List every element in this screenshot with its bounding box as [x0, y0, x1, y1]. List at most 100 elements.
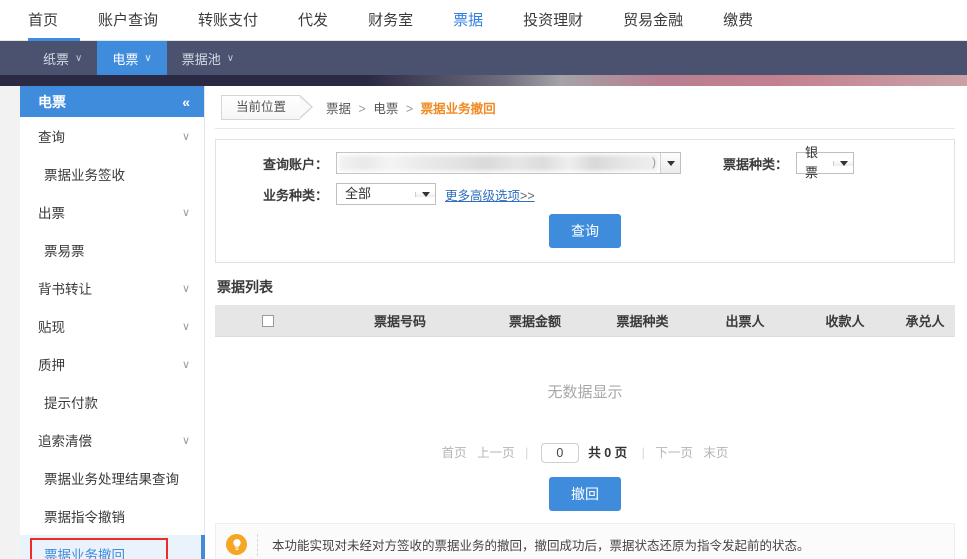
- sidebar-item-issue[interactable]: 出票 ∨: [20, 193, 204, 231]
- chevron-down-icon: ∨: [181, 282, 190, 295]
- topnav-item-home[interactable]: 首页: [28, 0, 58, 41]
- pagination-first[interactable]: 首页: [442, 446, 467, 460]
- sidebar-item-label: 票据业务处理结果查询: [44, 472, 179, 487]
- query-biz-kind-row: 业务种类： 全部 更多高级选项>>: [216, 183, 954, 205]
- subnav-item-bill-pool[interactable]: 票据池 ∨: [167, 41, 249, 75]
- pagination-page-input[interactable]: [540, 443, 579, 464]
- query-account-row: 查询账户： ) 票据种类： 银票: [216, 145, 954, 180]
- pagination-next[interactable]: 下一页: [655, 446, 693, 460]
- query-account-input[interactable]: ): [336, 152, 681, 174]
- lightbulb-icon: [226, 534, 247, 556]
- bill-kind-label: 票据种类：: [722, 156, 788, 172]
- topnav-item-bills[interactable]: 票据: [453, 0, 484, 50]
- topnav-item-payment[interactable]: 缴费: [723, 0, 753, 41]
- table-header-drawer: 出票人: [695, 305, 795, 337]
- sidebar-item-query[interactable]: 查询 ∨: [20, 117, 204, 155]
- chevron-down-icon: ∨: [181, 320, 190, 333]
- sidebar-menu: 查询 ∨ 票据业务签收 出票 ∨ 票易票 背书转让 ∨ 贴现 ∨ 质押 ∨ 提示…: [20, 117, 205, 559]
- topnav-item-finance-room[interactable]: 财务室: [368, 0, 413, 41]
- sidebar-item-piaoyipiao[interactable]: 票易票: [20, 231, 204, 269]
- pagination-prev[interactable]: 上一页: [477, 446, 515, 460]
- pagination-divider: |: [641, 445, 645, 460]
- topnav-item-transfer-pay[interactable]: 转账支付: [198, 0, 258, 41]
- sidebar-item-label: 质押: [38, 358, 65, 373]
- caret-down-icon: [666, 160, 675, 166]
- sidebar-item-pledge[interactable]: 质押 ∨: [20, 345, 204, 383]
- breadcrumb-link-bills[interactable]: 票据: [326, 102, 351, 116]
- topnav-item-agent-issue[interactable]: 代发: [298, 0, 328, 41]
- query-button-row: 查询: [216, 214, 954, 248]
- sidebar-item-endorsement[interactable]: 背书转让 ∨: [20, 269, 204, 307]
- subnav-item-paper-bill[interactable]: 纸票 ∨: [28, 41, 97, 75]
- info-tip-bar: 本功能实现对未经对方签收的票据业务的撤回，撤回成功后，票据状态还原为指令发起前的…: [215, 523, 955, 559]
- account-suffix-text: ): [652, 155, 656, 169]
- breadcrumb-path: 票据 > 电票 > 票据业务撤回: [326, 98, 496, 117]
- bill-kind-value: 银票: [805, 145, 819, 180]
- advanced-options-arrows: >>: [520, 188, 535, 203]
- sidebar-item-payment-prompt[interactable]: 提示付款: [20, 383, 204, 421]
- sidebar: 电票 « 查询 ∨ 票据业务签收 出票 ∨ 票易票 背书转让 ∨ 贴现 ∨ 质押…: [20, 86, 205, 559]
- subnav-label: 电票: [112, 51, 139, 67]
- bill-list-table: 票据号码 票据金额 票据种类 出票人 收款人 承兑人: [215, 305, 955, 337]
- sidebar-item-instruction-cancel[interactable]: 票据指令撤销: [20, 497, 204, 535]
- sidebar-item-result-query[interactable]: 票据业务处理结果查询: [20, 459, 204, 497]
- sidebar-item-bill-business-sign[interactable]: 票据业务签收: [20, 155, 204, 193]
- select-all-checkbox[interactable]: [261, 315, 274, 328]
- sidebar-item-discount[interactable]: 贴现 ∨: [20, 307, 204, 345]
- sub-navigation-bar: 纸票 ∨ 电票 ∨ 票据池 ∨: [0, 41, 967, 75]
- withdraw-button[interactable]: 撤回: [549, 477, 621, 512]
- topnav-label: 账户查询: [98, 11, 159, 29]
- sidebar-item-recourse[interactable]: 追索清偿 ∨: [20, 421, 204, 459]
- subnav-label: 票据池: [181, 51, 221, 67]
- chevron-down-icon: ∨: [181, 358, 190, 371]
- decorative-banner-strip: [0, 75, 967, 86]
- biz-kind-value: 全部: [345, 186, 372, 201]
- sidebar-item-label: 票据指令撤销: [44, 510, 125, 525]
- collapse-sidebar-icon[interactable]: «: [182, 94, 190, 110]
- breadcrumb-link-electronic-bill[interactable]: 电票: [373, 102, 398, 116]
- subnav-item-electronic-bill[interactable]: 电票 ∨: [97, 41, 167, 75]
- chevron-down-icon: ∨: [75, 52, 83, 64]
- topnav-item-investment[interactable]: 投资理财: [523, 0, 583, 41]
- tip-divider: [257, 533, 258, 556]
- breadcrumb-separator: >: [358, 101, 366, 116]
- main-content: 当前位置 票据 > 电票 > 票据业务撤回 查询账户： ) 票据种类： 银票 业…: [205, 86, 967, 559]
- topnav-item-trade-finance[interactable]: 贸易金融: [623, 0, 683, 41]
- topnav-label: 代发: [298, 11, 329, 29]
- pagination: 首页 上一页 | 共 0 页 | 下一页 末页: [215, 442, 955, 478]
- topnav-label: 财务室: [368, 11, 414, 29]
- page-body: 电票 « 查询 ∨ 票据业务签收 出票 ∨ 票易票 背书转让 ∨ 贴现 ∨ 质押…: [0, 86, 967, 559]
- query-form-panel: 查询账户： ) 票据种类： 银票 业务种类： 全部 更多高级选项>> 查询: [215, 139, 955, 263]
- biz-kind-select[interactable]: 全部: [336, 183, 436, 205]
- chevron-down-icon: ∨: [144, 52, 152, 64]
- advanced-options-link[interactable]: 更多高级选项>>: [445, 185, 535, 204]
- account-dropdown-button[interactable]: [660, 153, 680, 173]
- tip-message: 本功能实现对未经对方签收的票据业务的撤回，撤回成功后，票据状态还原为指令发起前的…: [272, 539, 810, 554]
- table-header-payee: 收款人: [795, 305, 895, 337]
- sidebar-item-bill-business-withdraw[interactable]: 票据业务撤回: [20, 535, 205, 559]
- sidebar-container: 电票 « 查询 ∨ 票据业务签收 出票 ∨ 票易票 背书转让 ∨ 贴现 ∨ 质押…: [0, 86, 205, 559]
- bill-kind-select[interactable]: 银票: [796, 145, 854, 180]
- biz-kind-dropdown-button[interactable]: [415, 191, 435, 197]
- chevron-down-icon: ∨: [226, 52, 235, 64]
- caret-down-icon: [421, 191, 430, 197]
- subnav-label: 纸票: [43, 51, 70, 67]
- pagination-total-pages: 共 0 页: [588, 445, 628, 460]
- table-header-acceptor: 承兑人: [895, 305, 955, 337]
- chevron-down-icon: ∨: [181, 130, 190, 143]
- advanced-options-label: 更多高级选项: [445, 188, 521, 203]
- topnav-item-account-query[interactable]: 账户查询: [98, 0, 158, 41]
- table-header-row: 票据号码 票据金额 票据种类 出票人 收款人 承兑人: [215, 305, 955, 337]
- sidebar-item-label: 背书转让: [38, 282, 92, 297]
- bill-kind-dropdown-button[interactable]: [833, 160, 853, 166]
- topnav-label: 票据: [453, 11, 484, 29]
- chevron-down-icon: ∨: [181, 206, 190, 219]
- biz-kind-label: 业务种类：: [262, 187, 328, 203]
- table-header-bill-number: 票据号码: [320, 305, 480, 337]
- topnav-label: 缴费: [723, 11, 754, 29]
- topnav-label: 贸易金融: [623, 11, 684, 29]
- pagination-last[interactable]: 末页: [703, 446, 728, 460]
- chevron-down-icon: ∨: [181, 434, 190, 447]
- query-account-label: 查询账户：: [262, 156, 328, 172]
- search-button[interactable]: 查询: [549, 214, 621, 248]
